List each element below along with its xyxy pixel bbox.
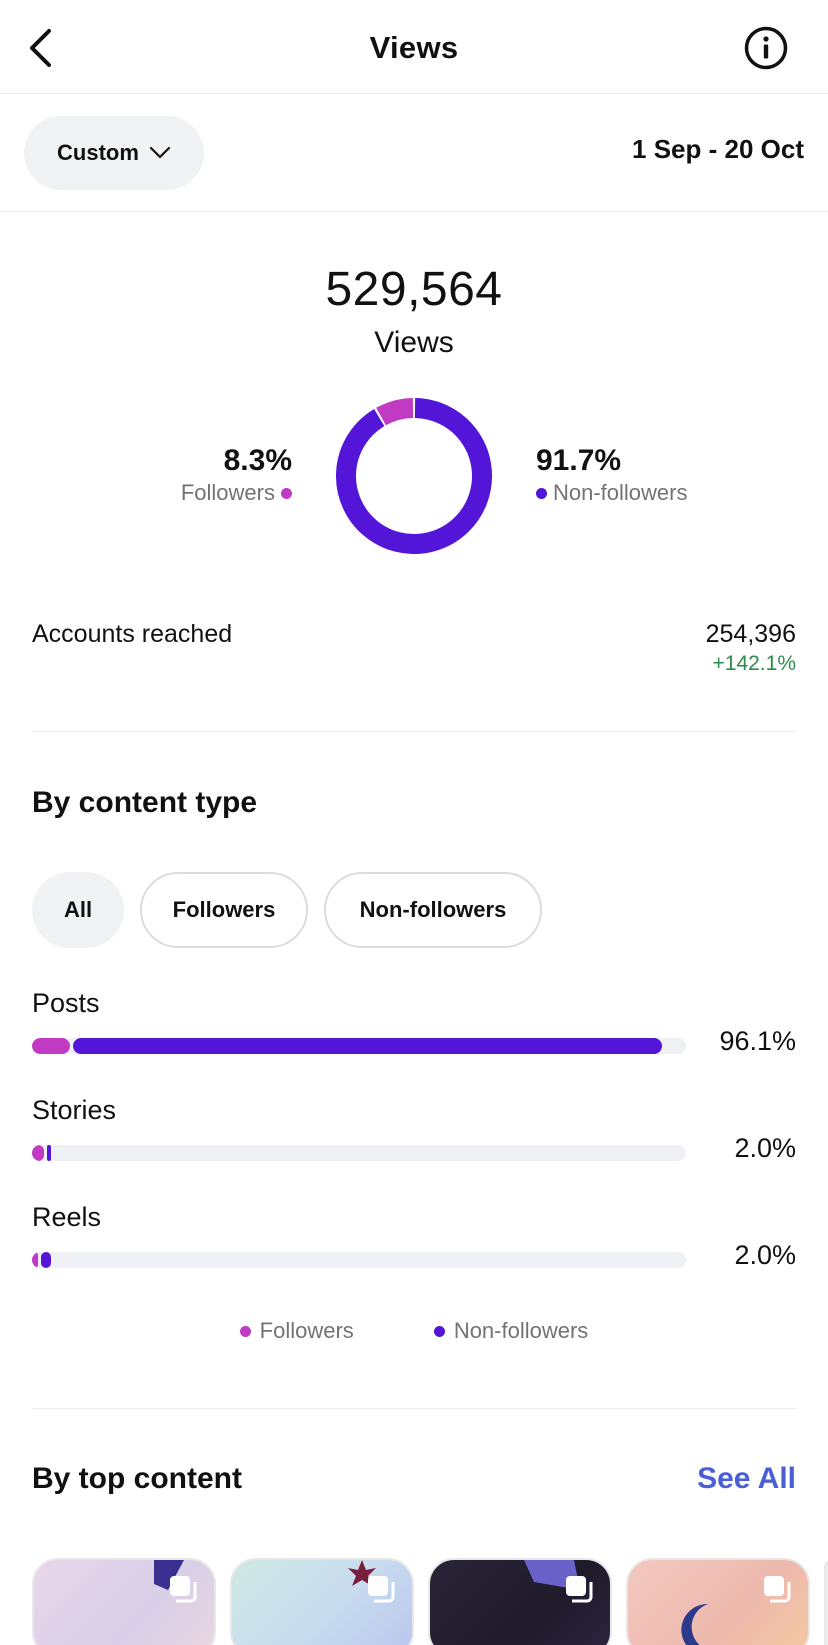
filter-row: Custom 1 Sep - 20 Oct — [0, 94, 828, 212]
total-views-value: 529,564 — [325, 263, 503, 316]
donut-slice-non-followers — [336, 398, 492, 554]
chip-non-followers[interactable]: Non-followers — [324, 872, 542, 948]
info-icon — [744, 26, 788, 70]
multiple-images-icon — [566, 1576, 593, 1603]
legend-item-followers: Followers — [239, 1318, 354, 1344]
content-type-value: 2.0% — [734, 1133, 796, 1163]
content-type-label: Posts — [32, 988, 100, 1018]
accounts-reached-label: Accounts reached — [32, 620, 233, 648]
top-content-thumbnail[interactable] — [230, 1558, 414, 1645]
info-button[interactable] — [744, 26, 788, 70]
non-followers-bar-segment — [46, 1145, 51, 1161]
content-type-bar — [32, 1145, 686, 1161]
views-donut-chart — [336, 398, 492, 554]
section-divider — [32, 1408, 796, 1409]
multiple-images-icon — [170, 1576, 197, 1603]
total-views-label: Views — [374, 326, 454, 359]
page-title: Views — [369, 30, 459, 65]
non-followers-dot-icon — [433, 1325, 445, 1337]
followers-dot-icon — [239, 1325, 251, 1337]
accounts-reached-value: 254,396 — [705, 620, 796, 648]
content-type-legend: Followers Non-followers — [0, 1318, 828, 1344]
chevron-down-icon — [149, 146, 171, 159]
followers-dot-icon — [281, 487, 292, 499]
accounts-reached-change: +142.1% — [712, 652, 797, 675]
legend-label: Followers — [259, 1318, 354, 1343]
followers-stat: 8.3% Followers — [181, 444, 292, 506]
top-content-thumbnail[interactable] — [32, 1558, 216, 1645]
donut-slice-followers — [376, 398, 414, 426]
content-type-bar — [32, 1252, 686, 1268]
top-content-title: By top content — [32, 1462, 242, 1495]
content-type-title: By content type — [32, 786, 258, 819]
top-content-thumbnail[interactable] — [428, 1558, 612, 1645]
non-followers-bar-segment — [41, 1252, 52, 1268]
content-type-row-stories: Stories 2.0% — [32, 1095, 796, 1185]
top-content-thumbnail[interactable] — [626, 1558, 810, 1645]
followers-bar-segment — [32, 1252, 38, 1268]
non-followers-label: Non-followers — [553, 480, 688, 505]
date-range: 1 Sep - 20 Oct — [632, 134, 804, 164]
accounts-reached-row: Accounts reached 254,396 +142.1% — [32, 620, 796, 732]
content-type-label: Reels — [32, 1202, 102, 1232]
followers-percentage: 8.3% — [223, 444, 292, 477]
multiple-images-icon — [368, 1576, 395, 1603]
period-dropdown[interactable]: Custom — [24, 116, 204, 190]
non-followers-stat: 91.7% Non-followers — [536, 444, 688, 506]
content-type-value: 96.1% — [719, 1026, 796, 1056]
non-followers-bar-segment — [72, 1038, 662, 1054]
content-type-row-posts: Posts 96.1% — [32, 988, 796, 1078]
followers-label: Followers — [180, 480, 275, 505]
followers-bar-segment — [32, 1038, 70, 1054]
see-all-link[interactable]: See All — [697, 1462, 796, 1496]
multiple-images-icon — [764, 1576, 791, 1603]
followers-bar-segment — [32, 1145, 44, 1161]
top-content-thumbnail-partial[interactable] — [824, 1558, 828, 1645]
non-followers-dot-icon — [536, 487, 547, 499]
content-type-bar — [32, 1038, 686, 1054]
legend-item-non-followers: Non-followers — [433, 1318, 589, 1344]
chip-all[interactable]: All — [32, 872, 124, 948]
content-type-row-reels: Reels 2.0% — [32, 1202, 796, 1292]
chip-followers[interactable]: Followers — [140, 872, 308, 948]
app-header: Views — [0, 0, 828, 94]
period-label: Custom — [57, 140, 139, 165]
thumbnail-shape — [681, 1603, 708, 1645]
legend-label: Non-followers — [453, 1318, 589, 1343]
content-type-label: Stories — [32, 1095, 117, 1125]
non-followers-percentage: 91.7% — [536, 444, 622, 477]
content-type-value: 2.0% — [734, 1240, 796, 1270]
